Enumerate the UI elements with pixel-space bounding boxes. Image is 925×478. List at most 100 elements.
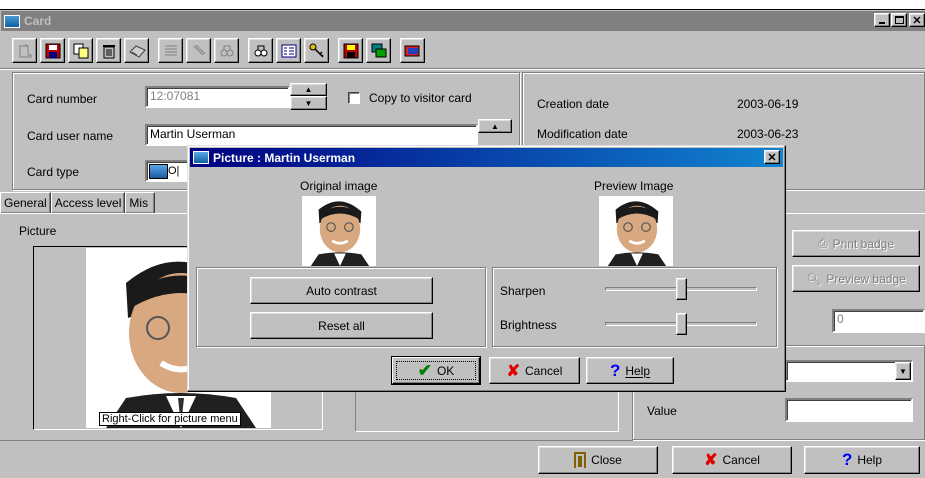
new-icon bbox=[19, 43, 31, 57]
card-type-field[interactable]: O| bbox=[145, 160, 190, 182]
card-user-name-label: Card user name bbox=[27, 129, 114, 143]
brightness-label: Brightness bbox=[500, 318, 557, 332]
disk-icon bbox=[343, 43, 358, 58]
modification-date-value: 2003-06-23 bbox=[737, 127, 799, 141]
find-icon bbox=[220, 45, 233, 56]
dialog-cancel-button[interactable]: ✘ Cancel bbox=[489, 357, 580, 384]
copy-icon bbox=[73, 43, 88, 58]
windows-icon bbox=[371, 43, 386, 57]
field-select[interactable] bbox=[785, 360, 913, 382]
help-question-icon: ? bbox=[609, 360, 621, 380]
chevron-down-icon: ▼ bbox=[899, 366, 907, 376]
grid-icon bbox=[281, 44, 296, 57]
card-number-spinner: ▲ ▼ bbox=[290, 83, 327, 110]
creation-date-label: Creation date bbox=[537, 97, 610, 111]
window-app-icon bbox=[4, 14, 20, 28]
toolbar-card-button[interactable] bbox=[400, 38, 425, 63]
spinner-down-button[interactable]: ▼ bbox=[290, 96, 327, 110]
card-type-label: Card type bbox=[27, 165, 80, 179]
toolbar-find-button bbox=[214, 38, 239, 63]
card-user-name-scroll: ▲ bbox=[478, 119, 512, 146]
toolbar-print-button[interactable] bbox=[124, 38, 149, 63]
window-titlebar: Card bbox=[1, 11, 925, 31]
toolbar-search-all-button[interactable] bbox=[248, 38, 273, 63]
preview-thumbnail-image bbox=[607, 201, 667, 266]
user-scroll-up-button[interactable]: ▲ bbox=[478, 119, 512, 133]
toolbar-save-button[interactable] bbox=[40, 38, 65, 63]
tab-general[interactable]: General bbox=[0, 192, 51, 213]
original-thumbnail bbox=[302, 196, 376, 266]
preview-thumbnail bbox=[599, 196, 673, 266]
dialog-titlebar: Picture : Martin Userman bbox=[190, 148, 783, 167]
cancel-x-icon: ✘ bbox=[506, 362, 521, 380]
preview-image-label: Preview Image bbox=[594, 179, 674, 193]
close-button[interactable]: Close bbox=[538, 446, 658, 474]
copy-to-visitor-label: Copy to visitor card bbox=[369, 91, 472, 105]
sharpen-label: Sharpen bbox=[500, 284, 546, 298]
creation-date-value: 2003-06-19 bbox=[737, 97, 799, 111]
modification-date-label: Modification date bbox=[537, 127, 628, 141]
card-user-name-field[interactable]: Martin Userman bbox=[145, 124, 478, 146]
toolbar-edit-button bbox=[186, 38, 211, 63]
help-question-icon: ? bbox=[841, 450, 853, 469]
dialog-close-button[interactable]: ✕ bbox=[764, 150, 780, 164]
card-icon bbox=[404, 45, 419, 56]
card-type-icon bbox=[149, 163, 168, 179]
toolbar-windows-button[interactable] bbox=[366, 38, 391, 63]
arrow-up-icon: ▲ bbox=[491, 121, 499, 131]
close-window-button[interactable]: ✕ bbox=[909, 13, 925, 27]
arrow-up-icon: ▲ bbox=[304, 85, 313, 94]
copy-to-visitor-checkbox[interactable] bbox=[348, 92, 360, 104]
minimize-button[interactable] bbox=[874, 13, 890, 27]
toolbar-list-button bbox=[158, 38, 183, 63]
dialog-help-button[interactable]: ? Help bbox=[586, 357, 674, 384]
cancel-button[interactable]: ✘ Cancel bbox=[672, 446, 792, 474]
reset-all-button[interactable]: Reset all bbox=[250, 312, 433, 339]
toolbar-key-button[interactable] bbox=[304, 38, 329, 63]
toolbar-copy-button[interactable] bbox=[68, 38, 93, 63]
cancel-x-icon: ✘ bbox=[704, 452, 718, 469]
close-icon: ✕ bbox=[912, 14, 922, 27]
toolbar-separator bbox=[0, 68, 925, 70]
dialog-app-icon bbox=[193, 151, 209, 164]
tab-strip: General Access level Mis bbox=[0, 192, 156, 214]
auto-contrast-button[interactable]: Auto contrast bbox=[250, 277, 433, 304]
top-strip bbox=[0, 0, 925, 10]
minimize-icon bbox=[879, 22, 885, 24]
brightness-slider-thumb[interactable] bbox=[675, 313, 687, 335]
toolbar-disk-button[interactable] bbox=[338, 38, 363, 63]
key-icon bbox=[309, 43, 324, 58]
spinner-up-button[interactable]: ▲ bbox=[290, 83, 327, 96]
sharpen-slider-thumb[interactable] bbox=[675, 278, 687, 300]
number-field[interactable]: 0 bbox=[832, 309, 925, 333]
delete-icon bbox=[102, 44, 115, 58]
tab-access-level[interactable]: Access level bbox=[50, 192, 126, 213]
tab-misc[interactable]: Mis bbox=[125, 192, 156, 213]
toolbar-delete-button[interactable] bbox=[96, 38, 121, 63]
maximize-button[interactable] bbox=[891, 13, 907, 27]
edit-icon bbox=[193, 44, 205, 55]
arrow-down-icon: ▼ bbox=[304, 98, 313, 108]
print-icon bbox=[128, 44, 146, 58]
print-badge-button[interactable]: ⎙ Print badge bbox=[792, 230, 920, 257]
save-icon bbox=[45, 43, 60, 58]
window-title: Card bbox=[24, 14, 52, 28]
preview-badge-button[interactable]: 🔍︎ Preview badge bbox=[792, 265, 920, 292]
picture-label: Picture bbox=[19, 224, 57, 238]
field-select-dropdown-button[interactable]: ▼ bbox=[895, 362, 911, 380]
help-button[interactable]: ? Help bbox=[804, 446, 920, 474]
maximize-icon bbox=[894, 16, 904, 24]
preview-icon: 🔍︎ bbox=[806, 271, 822, 286]
ok-check-icon: ✔ bbox=[417, 360, 432, 380]
card-number-label: Card number bbox=[27, 92, 98, 106]
toolbar-grid-button[interactable] bbox=[276, 38, 301, 63]
dialog-ok-button[interactable]: ✔ OK bbox=[392, 357, 480, 384]
toolbar bbox=[12, 38, 425, 66]
dialog-title: Picture : Martin Userman bbox=[213, 150, 356, 165]
card-number-field[interactable]: 12:07081 bbox=[145, 86, 290, 108]
picture-caption: Right-Click for picture menu bbox=[99, 412, 241, 426]
toolbar-new-button[interactable] bbox=[12, 38, 37, 63]
value-field[interactable] bbox=[785, 398, 913, 422]
list-icon bbox=[164, 45, 177, 55]
close-icon: ✕ bbox=[767, 151, 777, 164]
